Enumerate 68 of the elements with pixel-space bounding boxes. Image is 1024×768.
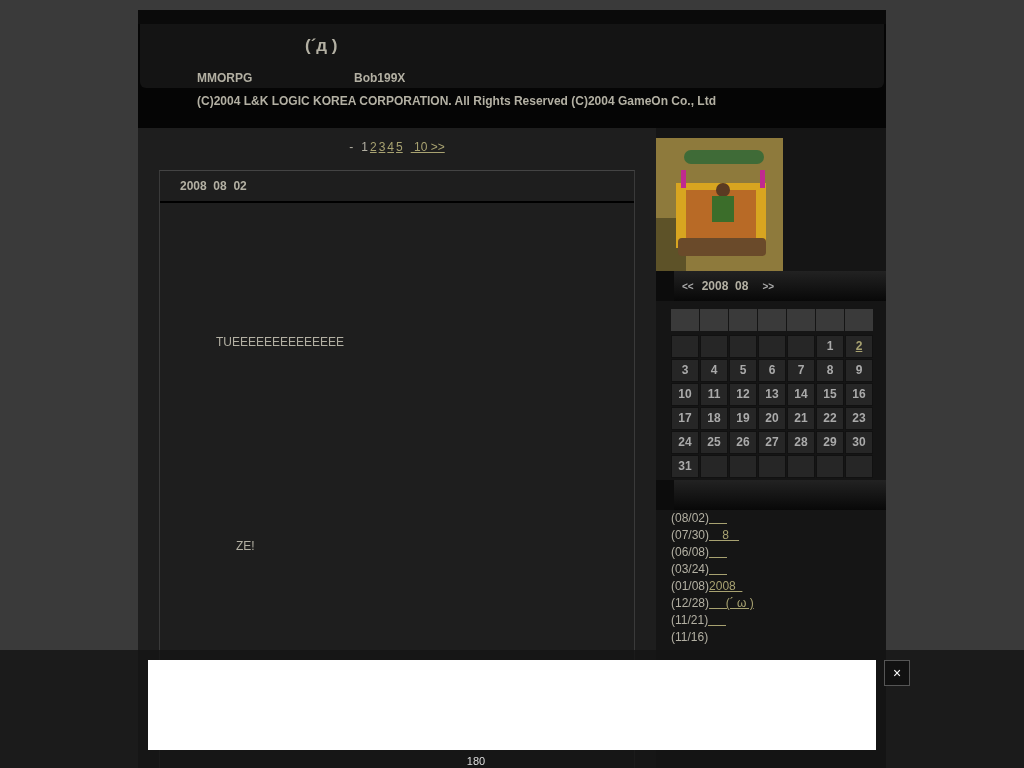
calendar-day: 29 (816, 431, 844, 454)
calendar-day: 26 (729, 431, 757, 454)
calendar-day: 30 (845, 431, 873, 454)
blog-subtitle: MMORPG (197, 69, 254, 87)
post-text: TUEEEEEEEEEEEEEE (216, 334, 345, 351)
post-date: (01/08) (671, 578, 710, 595)
close-button[interactable]: × (884, 660, 910, 686)
calendar-day: 1 (816, 335, 844, 358)
weekday-header-cell (787, 309, 815, 331)
post-date: (12/28) (671, 595, 710, 612)
previous-month-link[interactable]: << (682, 278, 694, 294)
calendar-day: 24 (671, 431, 699, 454)
page-link[interactable]: 1 (361, 138, 368, 156)
post-link[interactable]: 8 (709, 527, 740, 544)
calendar-day: 28 (787, 431, 815, 454)
weekday-header-cell (845, 309, 873, 331)
post-date: (07/30) (671, 527, 710, 544)
post-date: (03/24) (671, 561, 710, 578)
post-link[interactable]: 2008 (709, 578, 743, 595)
calendar-day-link[interactable]: 2 (845, 335, 873, 358)
calendar-day: 22 (816, 407, 844, 430)
calendar-day: 23 (845, 407, 873, 430)
calendar-day: 16 (845, 383, 873, 406)
calendar-day: 19 (729, 407, 757, 430)
copyright-text: (C)2004 L&K LOGIC KOREA CORPORATION. All Rights Reserved (C)2004 GameOn Co., Ltd (196, 93, 717, 110)
post-date: (11/16) (671, 629, 709, 646)
calendar-day: 7 (787, 359, 815, 382)
calendar-day: 27 (758, 431, 786, 454)
blog-owner: Bob199X (354, 69, 406, 87)
calendar-day: 6 (758, 359, 786, 382)
page-link[interactable]: 4 (387, 138, 394, 156)
weekday-header-cell (816, 309, 844, 331)
post-date: (06/08) (671, 544, 710, 561)
weekday-header-cell (700, 309, 728, 331)
next-month-link[interactable]: >> (762, 278, 775, 294)
calendar-day: 18 (700, 407, 728, 430)
calendar-day: 5 (729, 359, 757, 382)
calendar-day: 4 (700, 359, 728, 382)
calendar-day: 10 (671, 383, 699, 406)
pagination-separator: - (349, 139, 354, 156)
calendar-day: 20 (758, 407, 786, 430)
calendar-day: 31 (671, 455, 699, 478)
calendar-day: 25 (700, 431, 728, 454)
post-date: (11/21) (671, 612, 709, 629)
weekday-header-cell (671, 309, 699, 331)
calendar-month: 2008 08 (701, 278, 749, 295)
calendar-day: 3 (671, 359, 699, 382)
page-link[interactable]: 3 (378, 138, 386, 156)
blog-title: (´д ) (304, 35, 338, 57)
post-text: ZE! (236, 538, 255, 555)
calendar-day: 12 (729, 383, 757, 406)
page-link[interactable]: 5 (396, 138, 403, 156)
ad-caption: 180 (465, 754, 487, 768)
post-date: 2008 08 02 (180, 179, 247, 193)
calendar-day: 15 (816, 383, 844, 406)
post-link[interactable]: (´ ω ) (709, 595, 754, 612)
calendar-day: 14 (787, 383, 815, 406)
post-date: (08/02) (671, 510, 710, 527)
page-link[interactable]: 2 (369, 138, 377, 156)
calendar-day: 11 (700, 383, 728, 406)
weekday-header-cell (729, 309, 757, 331)
calendar-day: 21 (787, 407, 815, 430)
calendar-day: 13 (758, 383, 786, 406)
next-pages-link[interactable]: 10 >> (410, 138, 445, 156)
calendar-day: 8 (816, 359, 844, 382)
calendar-day: 9 (845, 359, 873, 382)
weekday-header-cell (758, 309, 786, 331)
calendar-day: 17 (671, 407, 699, 430)
